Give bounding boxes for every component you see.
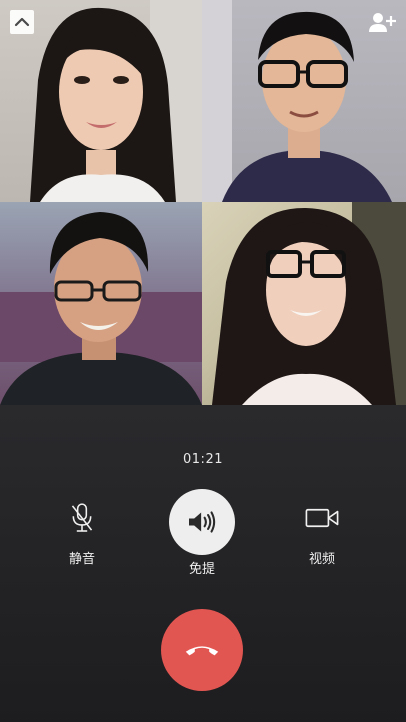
video-camera-icon bbox=[305, 508, 339, 528]
microphone-muted-icon bbox=[71, 503, 93, 532]
participant-video-4[interactable] bbox=[202, 202, 406, 405]
add-participant-button[interactable] bbox=[368, 10, 396, 34]
video-grid bbox=[0, 0, 406, 405]
video-button[interactable]: 视频 bbox=[290, 497, 354, 567]
collapse-button[interactable] bbox=[10, 10, 34, 34]
speaker-button[interactable]: 免提 bbox=[168, 489, 236, 577]
call-control-panel: 01:21 静音 免提 视频 bbox=[0, 405, 406, 722]
mute-button[interactable]: 静音 bbox=[52, 497, 112, 567]
participant-video-3[interactable] bbox=[0, 202, 202, 405]
participant-4-image bbox=[212, 202, 406, 405]
video-icon-wrap bbox=[290, 497, 354, 539]
add-user-icon bbox=[369, 13, 396, 32]
mute-icon-wrap bbox=[52, 497, 112, 539]
hang-up-button[interactable] bbox=[161, 609, 243, 691]
speaker-icon-wrap bbox=[169, 489, 235, 555]
video-label: 视频 bbox=[308, 552, 335, 567]
speaker-icon bbox=[189, 511, 216, 533]
participant-3-image bbox=[0, 212, 202, 405]
mute-label: 静音 bbox=[68, 552, 95, 567]
hang-up-icon bbox=[185, 646, 219, 656]
speaker-label: 免提 bbox=[188, 562, 215, 577]
call-timer: 01:21 bbox=[183, 452, 223, 467]
chevron-up-icon bbox=[14, 17, 30, 27]
